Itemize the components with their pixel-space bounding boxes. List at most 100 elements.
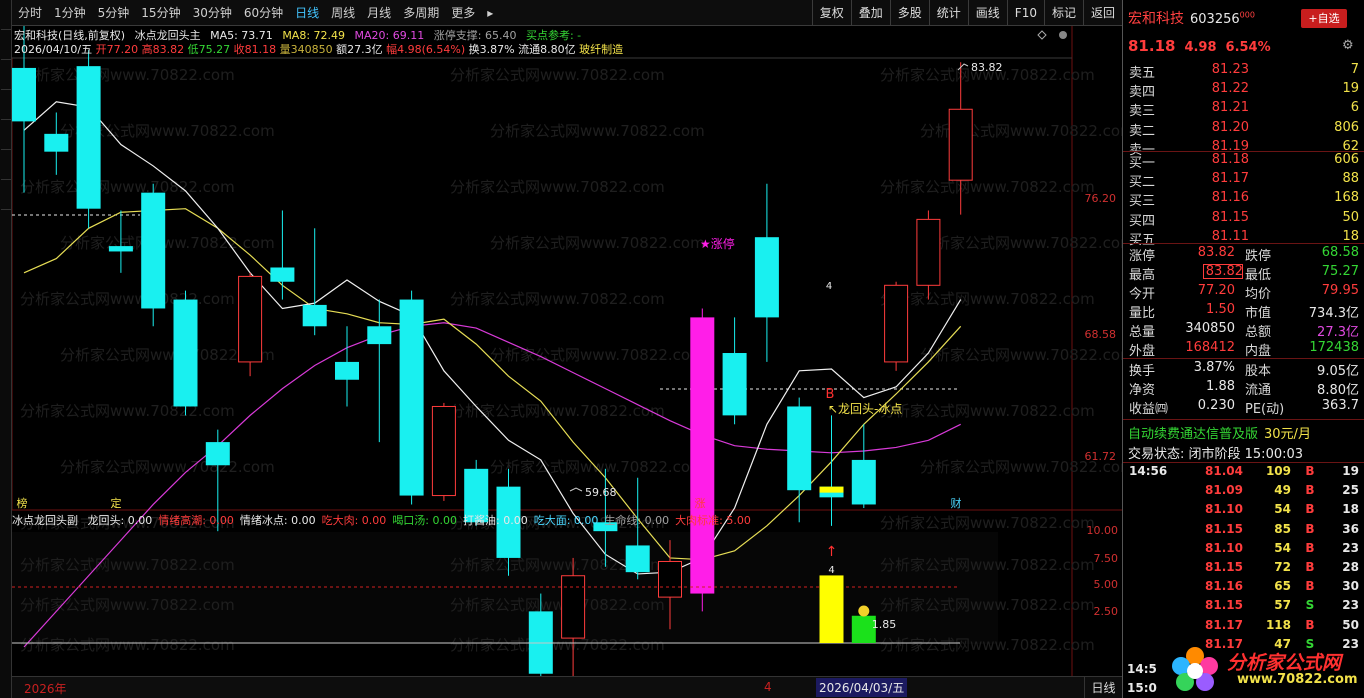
ask-row[interactable]: 卖五 81.23 7 — [1123, 62, 1364, 81]
add-watchlist-button[interactable]: +自选 — [1301, 9, 1347, 28]
sub-indicator-value: 生命线: 0.00 — [604, 514, 670, 527]
tick-side: B — [1305, 502, 1315, 517]
buy-signal-label: B — [826, 387, 835, 402]
tick-count: 28 — [1342, 560, 1359, 574]
bid-row[interactable]: 买三 81.16 168 — [1123, 190, 1364, 209]
bar-volume: 量340850 — [279, 43, 333, 56]
candle-body — [851, 459, 876, 505]
tick-volume: 65 — [1274, 579, 1291, 594]
logo-url: www.70822.com — [1237, 672, 1358, 687]
quote-panel: 宏和科技 603256000 +自选 81.18 4.98 6.54% ⚙ 卖五 81.… — [1122, 0, 1364, 698]
watermark-text: 分析家公式网www.70822.com — [450, 402, 665, 420]
candle-body — [44, 133, 69, 152]
fin-label: PE(动) — [1245, 402, 1285, 417]
sidebar-tab[interactable] — [1, 30, 11, 60]
candle-body — [561, 575, 586, 639]
stat-value: 75.27 — [1321, 264, 1359, 279]
toolbar-button[interactable]: 多股 — [889, 0, 929, 26]
sub-indicator-value: 情绪冰点: 0.00 — [239, 514, 316, 527]
period-tab[interactable]: 多周期 — [397, 4, 445, 21]
tick-time: 15:0 — [1127, 681, 1157, 695]
toolbar-button[interactable]: 画线 — [967, 0, 1007, 26]
bid-label: 买四 — [1129, 213, 1156, 229]
tick-price: 81.10 — [1205, 502, 1243, 517]
sidebar-tab[interactable] — [1, 120, 11, 150]
sidebar-tab[interactable] — [1, 90, 11, 120]
watermark-text: 分析家公式网www.70822.com — [880, 596, 1095, 614]
toolbar-button[interactable]: 标记 — [1043, 0, 1083, 26]
bid-price: 81.15 — [1211, 209, 1249, 225]
bid-row[interactable]: 买一 81.18 606 — [1123, 152, 1364, 171]
sub-count-label: 4 — [828, 565, 834, 576]
toolbar-button[interactable]: 返回 — [1082, 0, 1122, 26]
fin-value: 363.7 — [1321, 398, 1359, 413]
period-tab[interactable]: 月线 — [361, 4, 397, 21]
period-tab[interactable]: 1分钟 — [48, 4, 92, 21]
fin-value: 3.87% — [1193, 360, 1235, 375]
bar-industry[interactable]: 玻纤制造 — [579, 43, 623, 56]
fin-value: 1.88 — [1206, 379, 1235, 394]
watermark-text: 分析家公式网www.70822.com — [20, 290, 235, 308]
sidebar-tab[interactable] — [1, 150, 11, 180]
candle-body — [787, 406, 812, 491]
sub-indicator-name[interactable]: 冰点龙回头副 — [12, 514, 78, 527]
period-tab[interactable]: 周线 — [325, 4, 361, 21]
period-tab[interactable]: 5分钟 — [92, 4, 136, 21]
tick-volume: 57 — [1274, 598, 1291, 613]
stat-row: 最高 83.82 最低 75.27 — [1123, 264, 1364, 283]
stat-label: 量比 — [1129, 306, 1156, 321]
stat-label: 最高 — [1129, 268, 1156, 283]
sub-marker-block — [693, 532, 712, 544]
kline-chart[interactable]: 分析家公式网www.70822.com 分析家公式网www.70822.com 分析… — [0, 0, 1122, 676]
bid-row[interactable]: 买四 81.15 50 — [1123, 210, 1364, 229]
toolbar-button[interactable]: 统计 — [928, 0, 968, 26]
tick-price: 81.09 — [1205, 483, 1243, 498]
sidebar-tab[interactable] — [1, 60, 11, 90]
limit-up-label: ★涨停 — [700, 236, 735, 251]
tick-side: B — [1305, 579, 1315, 594]
period-tab[interactable]: 30分钟 — [187, 4, 238, 21]
stat-value: 27.3亿 — [1317, 325, 1359, 340]
tick-volume: 118 — [1265, 617, 1291, 632]
sidebar-tab[interactable] — [1, 180, 11, 210]
divider — [1123, 358, 1364, 359]
period-tab[interactable]: 分时 — [12, 4, 48, 21]
watermark-text: 分析家公式网www.70822.com — [880, 402, 1095, 420]
candle-body — [238, 275, 263, 363]
period-tab[interactable]: 更多 — [445, 4, 481, 21]
toolbar-button[interactable]: 叠加 — [850, 0, 890, 26]
ask-volume: 806 — [1334, 119, 1359, 135]
candle-body — [302, 304, 327, 327]
period-tab[interactable]: 60分钟 — [238, 4, 289, 21]
logo-text: 分析家公式网 — [1227, 652, 1342, 674]
price-axis-label: 76.20 — [1085, 192, 1117, 205]
bid-volume: 88 — [1342, 171, 1359, 187]
period-tab[interactable]: 日线 — [289, 4, 325, 21]
ask-row[interactable]: 卖二 81.20 806 — [1123, 120, 1364, 139]
more-arrow-icon[interactable]: ▸ — [481, 6, 499, 20]
watermark-text: 分析家公式网www.70822.com — [20, 556, 235, 574]
sub-axis-label: 2.50 — [1094, 605, 1119, 618]
ask-row[interactable]: 卖三 81.21 6 — [1123, 100, 1364, 119]
period-tab[interactable]: 15分钟 — [135, 4, 186, 21]
tick-count: 36 — [1342, 521, 1359, 536]
bid-volume: 18 — [1342, 228, 1359, 244]
bid-row[interactable]: 买二 81.17 88 — [1123, 171, 1364, 190]
period-button[interactable]: 日线 — [1084, 677, 1122, 698]
gear-icon[interactable]: ⚙ — [1342, 38, 1356, 53]
tick-count: 18 — [1342, 502, 1359, 517]
sidebar-tab[interactable] — [1, 0, 11, 30]
toolbar-button[interactable]: F10 — [1006, 0, 1044, 26]
ask-row[interactable]: 卖四 81.22 19 — [1123, 81, 1364, 100]
sub-axis-label: 5.00 — [1094, 578, 1119, 591]
toolbar-button[interactable]: 复权 — [811, 0, 851, 26]
fin-row: 收益㈣ 0.230 PE(动) 363.7 — [1123, 398, 1364, 417]
promo-notice[interactable]: 自动续费通达信普及版 30元/月 — [1128, 423, 1311, 442]
sub-axis-label: 10.00 — [1087, 524, 1119, 537]
count-label: 4 — [826, 281, 832, 292]
bid-label: 买一 — [1129, 156, 1156, 171]
candle-body — [367, 326, 392, 345]
stat-label: 涨停 — [1129, 249, 1156, 264]
bar-close: 收81.18 — [233, 43, 277, 56]
period-toolbar: 分时 1分钟 5分钟 15分钟 30分钟 60分钟 日线 周线 月线 多周期 更多 ▸ 复权 叠加 多股统… — [12, 0, 1122, 26]
